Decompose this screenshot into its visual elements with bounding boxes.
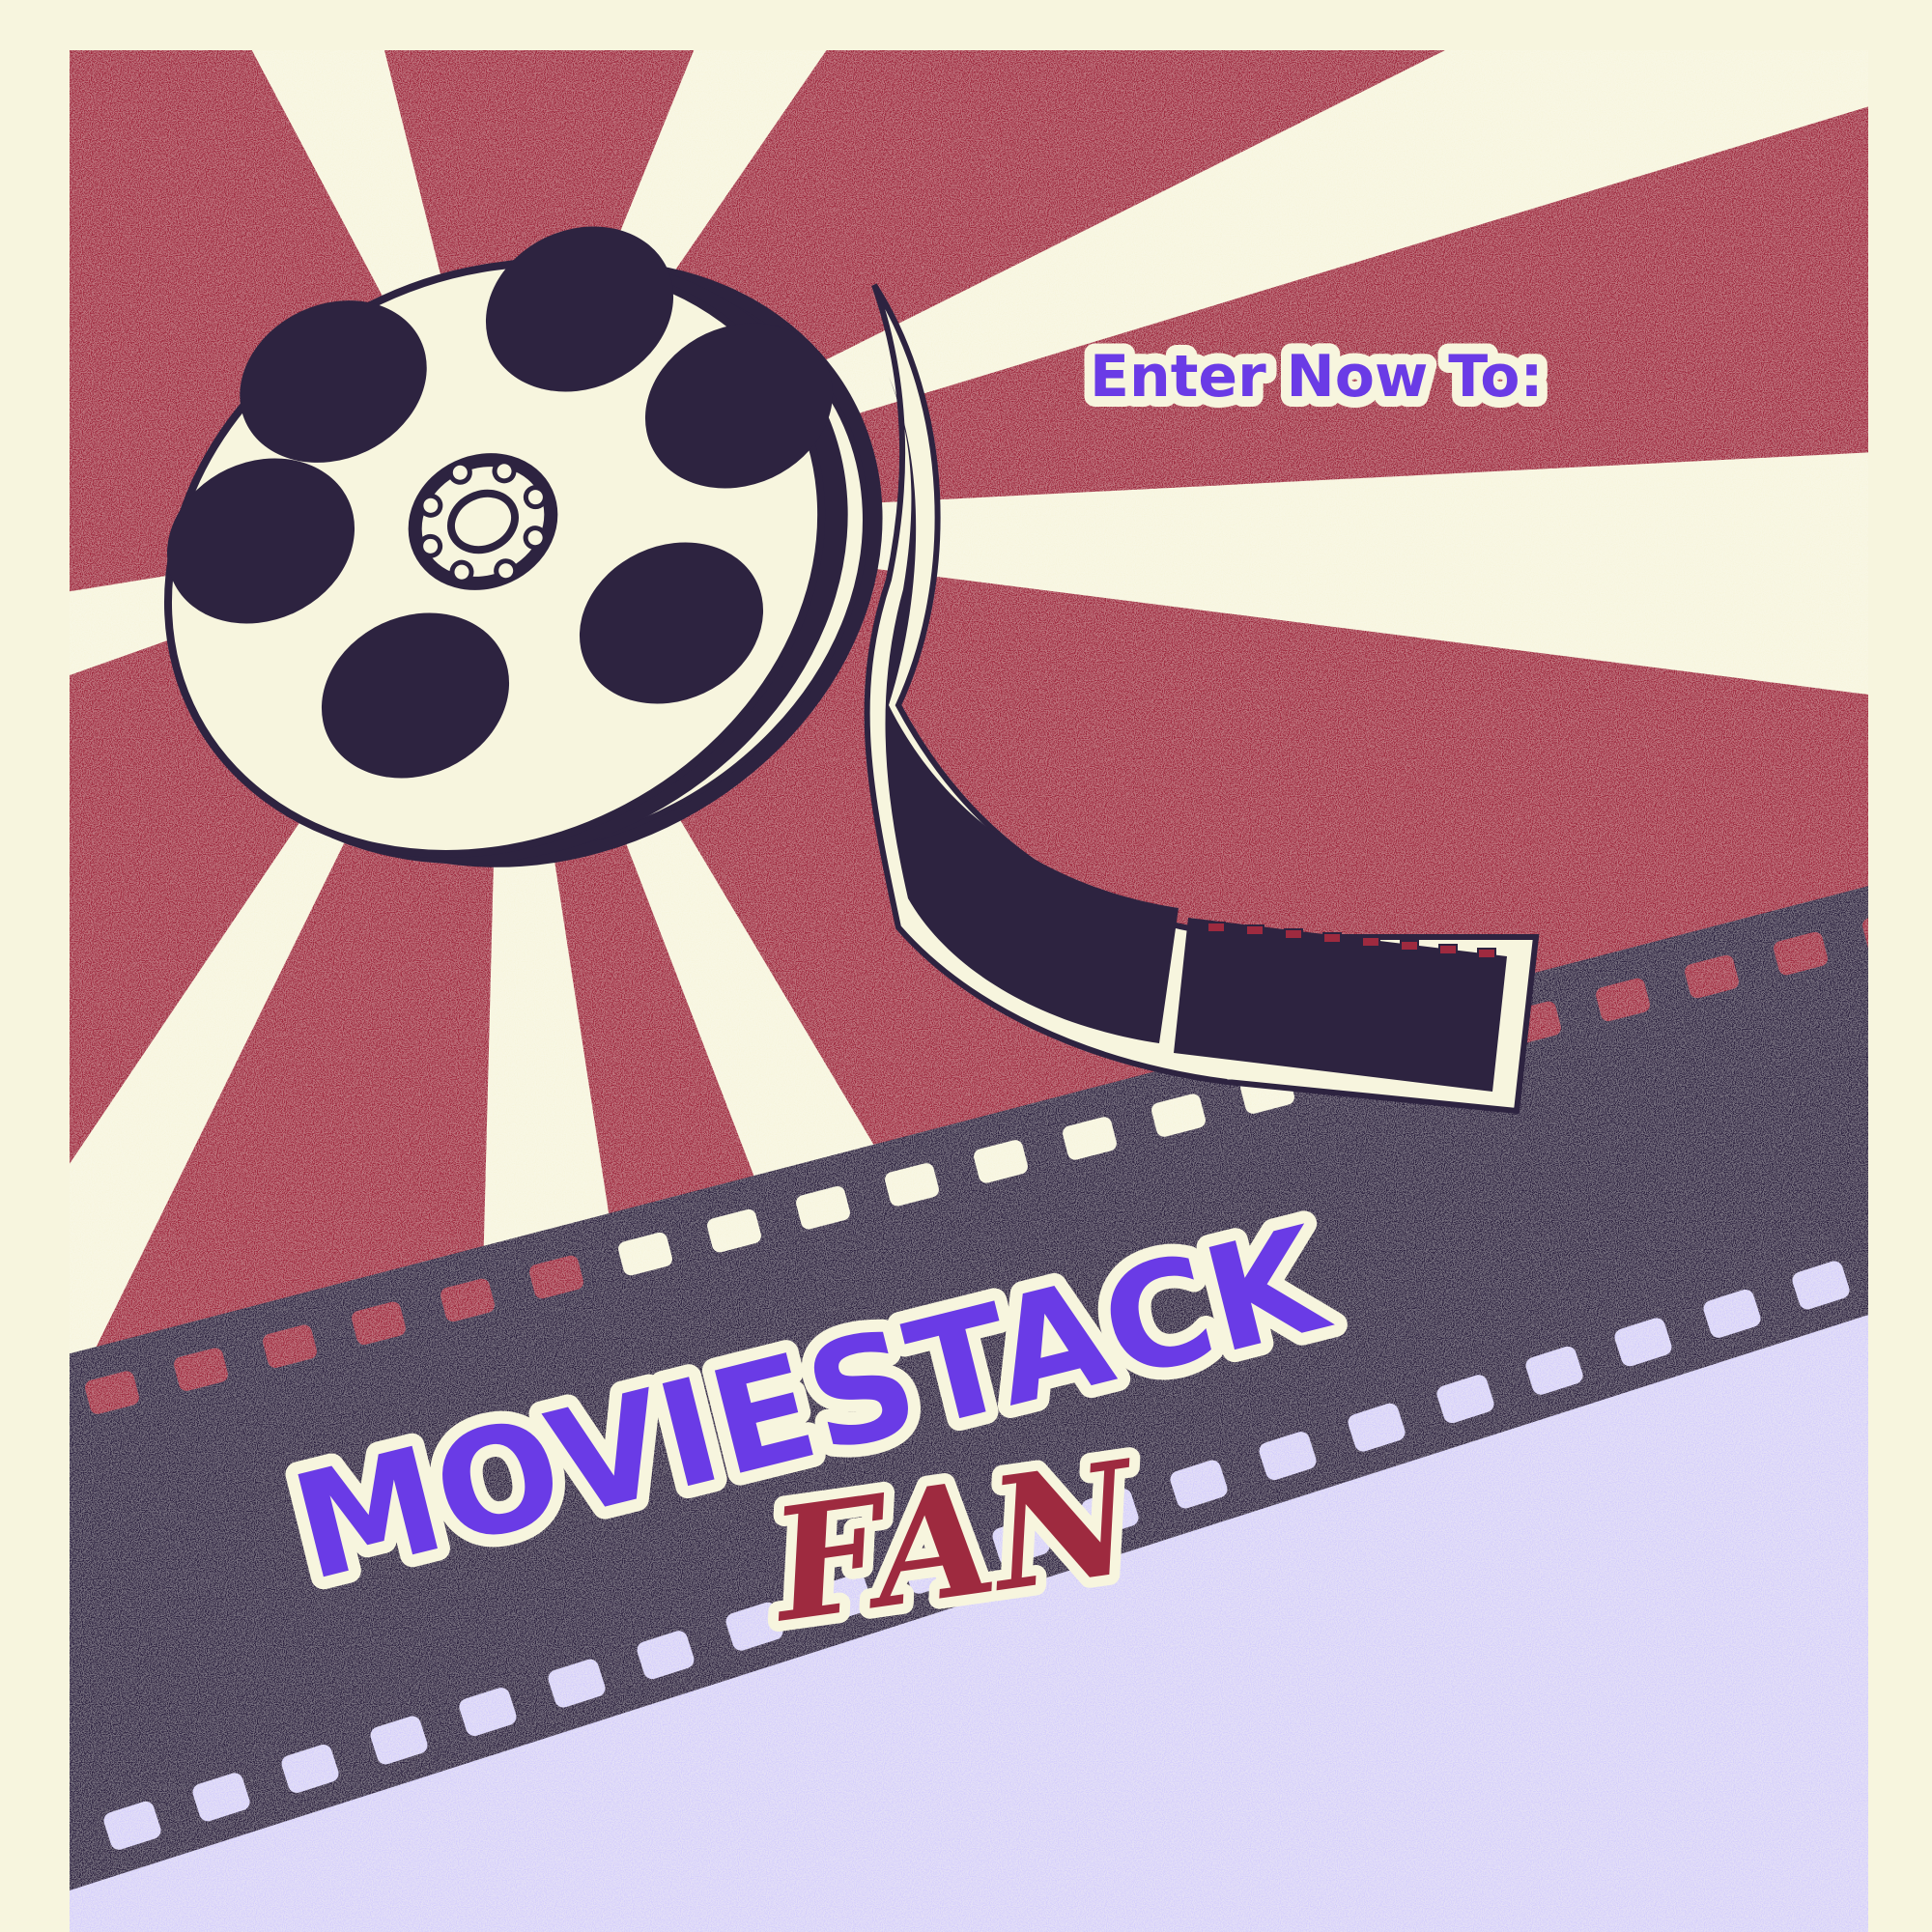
tagline: Enter Now To:: [1090, 343, 1543, 411]
poster: Enter Now To: MOVIESTACK FAN: [0, 0, 1932, 1932]
poster-artwork: Enter Now To: MOVIESTACK FAN: [0, 0, 1932, 1932]
